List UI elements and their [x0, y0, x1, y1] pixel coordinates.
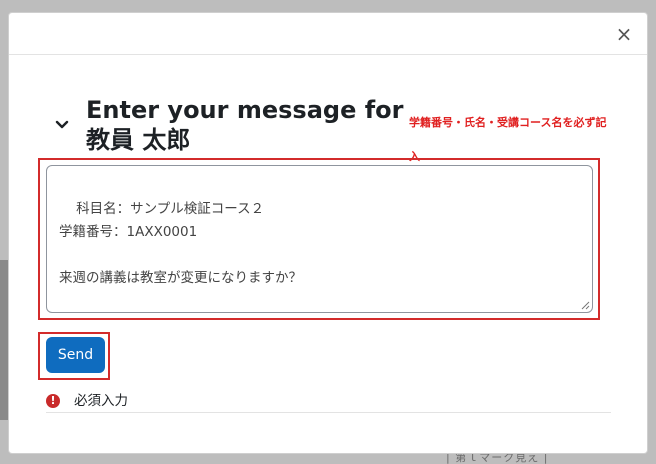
close-button[interactable]: × — [615, 24, 633, 44]
message-dialog: × Enter your message for 教員 太郎 学籍番号・氏名・受… — [8, 12, 648, 454]
dialog-heading: Enter your message for 教員 太郎 — [86, 96, 404, 154]
background-strip — [0, 260, 8, 420]
required-label: 必須入力 — [74, 393, 128, 409]
message-text: 科目名：サンプル検証コース２ 学籍番号：1AXX0001 来週の講義は教室が変更… — [59, 201, 302, 286]
dialog-header: × — [9, 13, 647, 55]
resize-grip-icon[interactable] — [581, 301, 590, 310]
message-textarea[interactable]: 科目名：サンプル検証コース２ 学籍番号：1AXX0001 来週の講義は教室が変更… — [46, 165, 593, 313]
send-button[interactable]: Send — [46, 337, 105, 373]
required-field-note: ! 必須入力 — [46, 393, 611, 413]
exclamation-icon: ! — [46, 394, 60, 408]
chevron-down-icon[interactable] — [54, 117, 70, 133]
